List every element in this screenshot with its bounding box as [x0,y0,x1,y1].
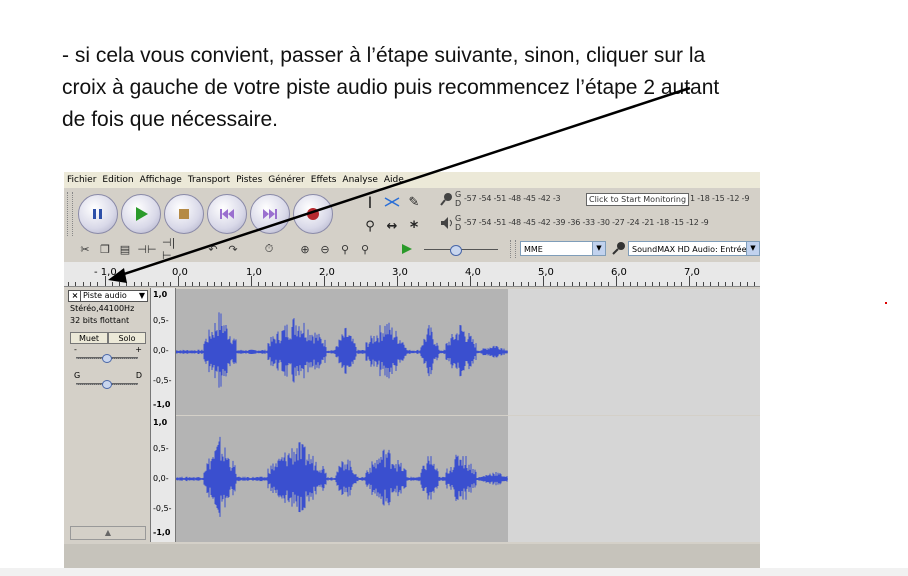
stray-dot [885,302,887,304]
annotation-arrow-line [117,86,691,278]
slide-footer [0,568,908,576]
annotation-arrowhead [108,268,127,283]
annotation-overlay [108,86,691,283]
